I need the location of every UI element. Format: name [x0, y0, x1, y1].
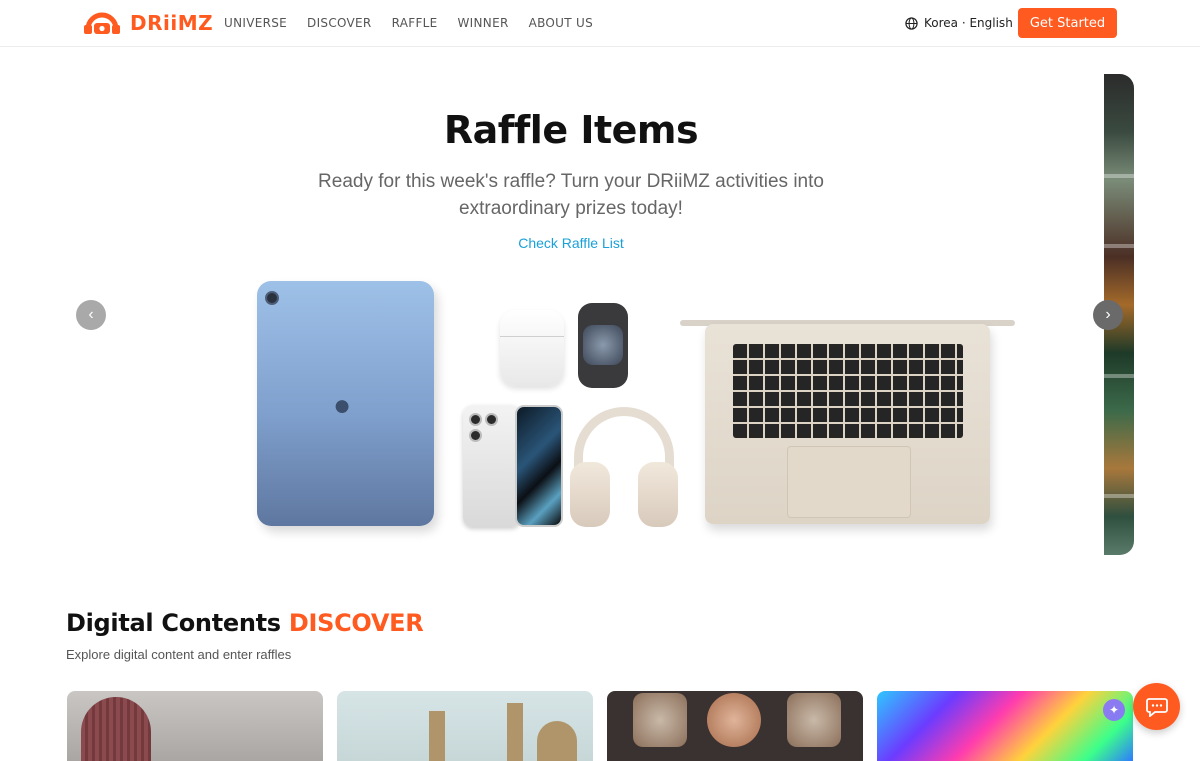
- chat-button[interactable]: [1133, 683, 1180, 730]
- brand-name: DRiiMZ: [130, 11, 214, 35]
- discover-title-prefix: Digital Contents: [66, 609, 281, 637]
- language-selector[interactable]: Korea · English: [905, 16, 1013, 30]
- content-card[interactable]: ✦: [877, 691, 1133, 761]
- nav-discover[interactable]: DISCOVER: [307, 16, 372, 30]
- nav-winner[interactable]: WINNER: [458, 16, 509, 30]
- globe-icon: [905, 16, 918, 30]
- chat-icon: [1145, 697, 1168, 717]
- raffle-items-image: ●: [250, 275, 1030, 540]
- page-title: Raffle Items: [443, 108, 699, 152]
- top-header: DRiiMZ UNIVERSE DISCOVER RAFFLE WINNER A…: [0, 0, 1200, 47]
- watch-image: [578, 303, 628, 388]
- content-card[interactable]: [337, 691, 593, 761]
- main-nav: UNIVERSE DISCOVER RAFFLE WINNER ABOUT US: [224, 16, 613, 30]
- language-label: Korea · English: [924, 16, 1013, 30]
- logo-icon: [84, 12, 120, 34]
- nav-about-us[interactable]: ABOUT US: [529, 16, 593, 30]
- sparkle-icon: ✦: [1103, 699, 1125, 721]
- carousel-prev-button[interactable]: ‹: [76, 300, 106, 330]
- check-raffle-list-link[interactable]: Check Raffle List: [0, 235, 1142, 251]
- discover-title-accent: DISCOVER: [288, 609, 424, 637]
- discover-section-title: Digital Contents DISCOVER: [66, 609, 424, 637]
- discover-subtitle: Explore digital content and enter raffle…: [66, 647, 292, 662]
- content-card[interactable]: [67, 691, 323, 761]
- nav-universe[interactable]: UNIVERSE: [224, 16, 287, 30]
- airpods-image: [500, 310, 564, 386]
- chevron-right-icon: ›: [1105, 306, 1111, 323]
- ipad-image: ●: [257, 281, 434, 526]
- laptop-image: [680, 320, 1015, 530]
- headphones-image: [570, 407, 678, 529]
- nav-raffle[interactable]: RAFFLE: [392, 16, 438, 30]
- brand-logo[interactable]: DRiiMZ: [82, 10, 213, 36]
- content-card[interactable]: [607, 691, 863, 761]
- chevron-left-icon: ‹: [88, 306, 94, 323]
- hero-subtitle: Ready for this week's raffle? Turn your …: [318, 171, 824, 219]
- get-started-button[interactable]: Get Started: [1018, 8, 1117, 38]
- carousel-next-button[interactable]: ›: [1093, 300, 1123, 330]
- iphone-image: [463, 405, 563, 527]
